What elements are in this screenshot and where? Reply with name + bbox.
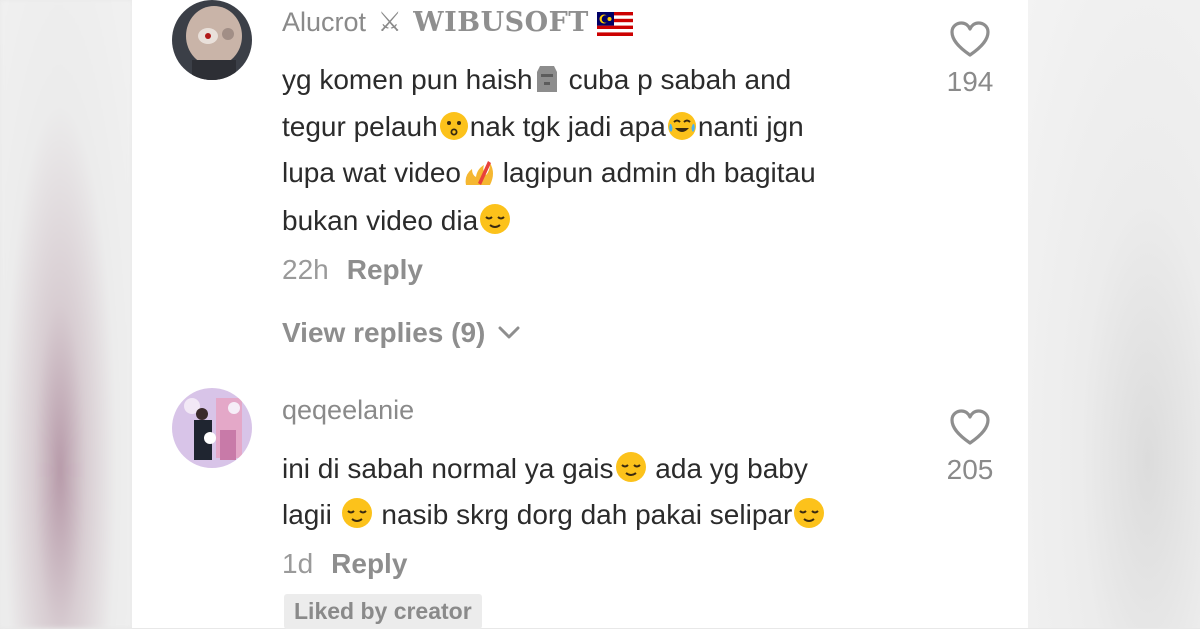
comments-panel: Alucrot ⚔ WIBUSOFT yg komen pun haish cu… — [132, 0, 1028, 629]
username-brand: WIBUSOFT — [413, 7, 589, 38]
relieved-face-emoji — [479, 203, 511, 242]
background-blur-right — [1028, 0, 1200, 628]
reply-button[interactable]: Reply — [331, 548, 407, 579]
like-count: 194 — [946, 66, 994, 97]
comment-text-line: bukan video dia — [282, 203, 512, 242]
comment-text-line: lupa wat video lagipun admin dh bagitau — [282, 157, 816, 194]
username[interactable]: Alucrot ⚔ WIBUSOFT — [282, 7, 634, 43]
sparkle-fire-emoji — [462, 157, 494, 194]
username[interactable]: qeqeelanie — [282, 395, 414, 426]
reply-button[interactable]: Reply — [347, 254, 423, 285]
comment-timestamp: 22h — [282, 254, 329, 285]
kissing-face-emoji — [439, 111, 469, 148]
like-count: 205 — [946, 454, 994, 485]
relieved-face-emoji — [341, 497, 373, 536]
comment-text-line: lagii nasib skrg dorg dah pakai selipar — [282, 497, 826, 536]
chevron-down-icon — [498, 326, 520, 339]
comment-timestamp: 1d — [282, 548, 314, 579]
comment-text-line: tegur pelauh nak tgk jadi apa nanti jgn — [282, 111, 804, 148]
view-replies-label: View replies (9) — [282, 317, 486, 348]
username-text: Alucrot — [282, 7, 367, 37]
relieved-face-emoji — [793, 497, 825, 536]
heart-outline-icon[interactable] — [949, 20, 991, 58]
relieved-face-emoji — [615, 451, 647, 490]
crossed-swords-icon: ⚔ — [377, 7, 402, 37]
view-replies-button[interactable]: View replies (9) — [282, 317, 521, 349]
background-blur-left — [0, 0, 132, 628]
tears-of-joy-emoji — [667, 111, 697, 148]
comment-text-line: ini di sabah normal ya gais ada yg baby — [282, 451, 808, 490]
username-text: qeqeelanie — [282, 395, 415, 425]
heart-outline-icon[interactable] — [949, 408, 991, 446]
liked-by-creator-badge: Liked by creator — [284, 594, 482, 629]
comment-meta: 22h Reply — [282, 254, 423, 286]
avatar[interactable] — [172, 0, 252, 80]
avatar[interactable] — [172, 388, 252, 468]
malaysia-flag-emoji — [597, 12, 634, 43]
comment-text-line: yg komen pun haish cuba p sabah and — [282, 64, 791, 101]
moai-emoji — [534, 64, 560, 101]
comment-meta: 1d Reply — [282, 548, 407, 580]
